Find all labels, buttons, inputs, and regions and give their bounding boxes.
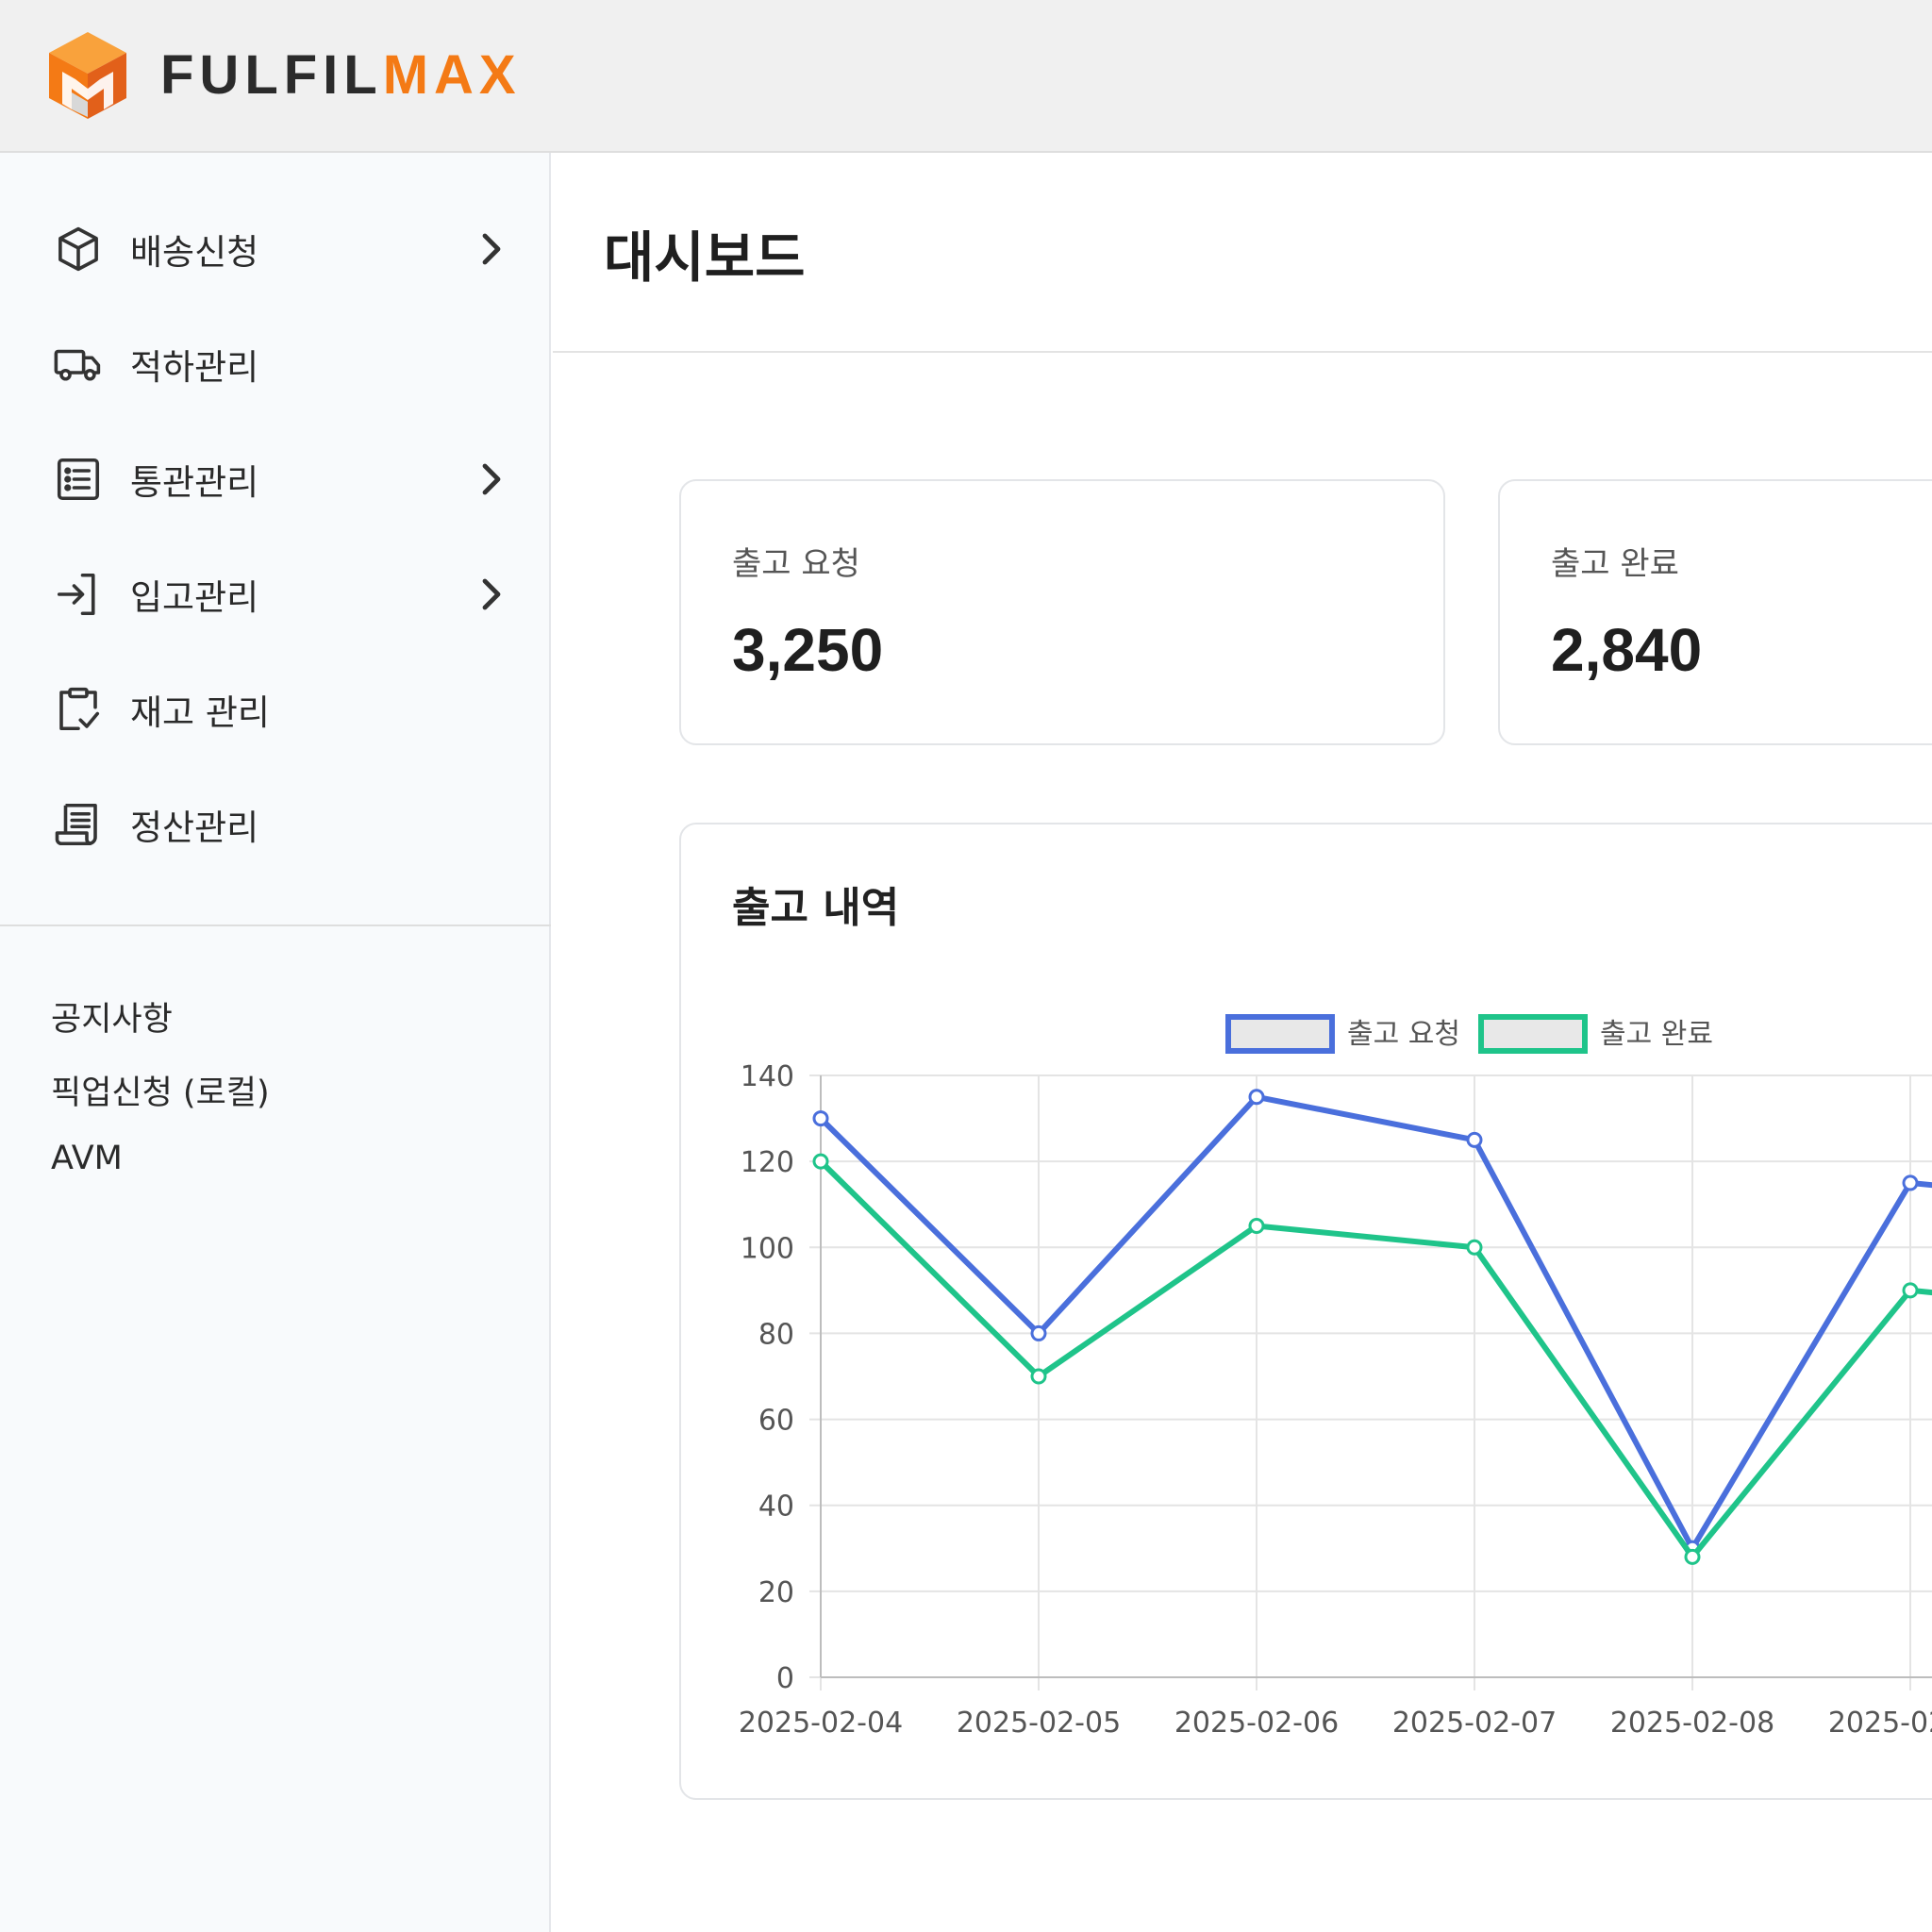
sidebar-item-label: 배송신청 <box>130 232 259 273</box>
sidebar-item-inventory-management[interactable]: 재고 관리 <box>0 653 551 766</box>
sidebar-item-settlement-management[interactable]: 정산관리 <box>0 768 551 881</box>
x-tick-label: 2025-02-07 <box>1392 1707 1557 1740</box>
sidebar-item-label: 재고 관리 <box>130 692 270 733</box>
avm-link[interactable]: AVM <box>51 1140 123 1177</box>
legend-swatch <box>1225 1014 1335 1054</box>
stat-value: 3,250 <box>732 616 884 684</box>
data-point <box>1466 1131 1483 1148</box>
brand-logo[interactable]: FULFILMAX <box>47 30 522 121</box>
y-tick-label: 40 <box>758 1491 794 1524</box>
x-tick-label: 2025-02-06 <box>1174 1707 1339 1740</box>
legend-label: 출고 요청 <box>1347 1018 1460 1051</box>
cube-logo-icon <box>49 32 126 119</box>
package-icon <box>53 224 104 275</box>
sidebar-item-inbound-management[interactable]: 입고관리 <box>0 538 551 651</box>
y-tick-label: 100 <box>741 1232 794 1265</box>
sidebar-item-label: 통관관리 <box>130 462 259 503</box>
data-point <box>1902 1174 1919 1191</box>
legend-swatch <box>1478 1014 1588 1054</box>
data-point <box>1248 1089 1265 1106</box>
data-point <box>1030 1324 1047 1341</box>
list-icon <box>53 454 104 505</box>
data-point <box>1902 1282 1919 1299</box>
data-point <box>812 1153 829 1170</box>
truck-icon <box>53 339 104 390</box>
receipt-icon <box>53 799 104 850</box>
y-tick-label: 20 <box>758 1576 794 1609</box>
stat-label: 출고 요청 <box>732 545 860 583</box>
y-tick-label: 140 <box>741 1060 794 1093</box>
sign-in-icon <box>53 569 104 620</box>
data-point <box>1684 1548 1701 1565</box>
sidebar-item-customs-management[interactable]: 통관관리 <box>0 423 551 536</box>
data-point <box>1466 1239 1483 1256</box>
chevron-right-icon <box>475 460 506 498</box>
x-tick-label: 2025-02-05 <box>957 1707 1121 1740</box>
stat-card-outbound-request: 출고 요청 3,250 <box>679 479 1445 745</box>
sidebar: 배송신청 적하관리 통관관리 입고관리 재고 관리 정산관리 공지사항 픽업신청… <box>0 153 551 1932</box>
x-tick-label: 2025-02-04 <box>739 1707 903 1740</box>
top-bar: FULFILMAX <box>0 0 1932 153</box>
y-tick-label: 120 <box>741 1146 794 1179</box>
pickup-request-link[interactable]: 픽업신청 (로컬) <box>51 1066 270 1114</box>
sidebar-divider <box>0 924 551 926</box>
chevron-right-icon <box>475 575 506 613</box>
sidebar-item-label: 입고관리 <box>130 577 259 618</box>
legend-label: 출고 완료 <box>1600 1018 1713 1051</box>
data-point <box>1030 1368 1047 1385</box>
data-point <box>1248 1218 1265 1234</box>
page-header: 대시보드 <box>553 153 1932 353</box>
outbound-line-chart: 0 20 40 60 80 100 120 140 2025-02-04 2025-02-05 20… <box>739 1014 1932 1740</box>
stat-value: 2,840 <box>1551 616 1703 684</box>
brand-name: FULFILMAX <box>160 44 522 106</box>
chevron-right-icon <box>475 230 506 268</box>
data-point <box>812 1110 829 1127</box>
y-tick-label: 60 <box>758 1405 794 1438</box>
series-line-2 <box>818 1158 1932 1560</box>
notice-link[interactable]: 공지사항 <box>51 992 173 1041</box>
sidebar-item-label: 정산관리 <box>130 808 259 848</box>
outbound-history-card: 출고 내역 0 20 40 60 80 100 120 140 2025-02-04 2025-0… <box>679 823 1932 1800</box>
sidebar-item-shipping-request[interactable]: 배송신청 <box>0 192 551 306</box>
stat-label: 출고 완료 <box>1551 545 1679 583</box>
stat-card-outbound-complete: 출고 완료 2,840 <box>1498 479 1932 745</box>
sidebar-item-cargo-management[interactable]: 적하관리 <box>0 308 551 421</box>
page-title: 대시보드 <box>604 225 806 290</box>
y-tick-label: 0 <box>776 1662 794 1695</box>
sidebar-item-label: 적하관리 <box>130 347 259 388</box>
x-tick-label: 2025-02-09 <box>1828 1707 1932 1740</box>
y-tick-label: 80 <box>758 1318 794 1351</box>
x-tick-label: 2025-02-08 <box>1610 1707 1774 1740</box>
clipboard-check-icon <box>53 684 104 735</box>
